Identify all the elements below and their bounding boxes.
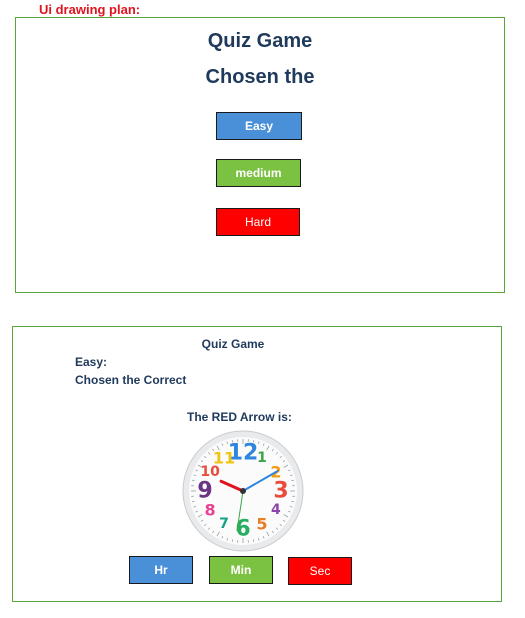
level-select-screen: Quiz Game Chosen the Easy medium Hard: [15, 17, 505, 293]
medium-button[interactable]: medium: [216, 159, 301, 187]
clock-numeral: 4: [271, 502, 281, 518]
clock-tick: [291, 500, 294, 503]
clock-tick: [231, 539, 234, 542]
clock-image: 121234567891011: [182, 430, 304, 552]
easy-button[interactable]: Easy: [216, 112, 302, 140]
question-text: The RED Arrow is:: [187, 410, 292, 424]
page-heading: Ui drawing plan:: [39, 2, 141, 17]
clock-numeral: 7: [219, 516, 229, 532]
hr-button[interactable]: Hr: [129, 556, 193, 584]
clock-tick: [192, 479, 195, 482]
clock-center: [240, 488, 246, 494]
quiz-subtitle: Chosen the: [205, 66, 315, 88]
instruction-text: Chosen the Correct: [75, 373, 187, 387]
clock-tick: [192, 500, 195, 503]
clock-numeral: 3: [273, 479, 288, 504]
clock-numeral: 9: [197, 479, 212, 504]
clock-numeral: 5: [256, 514, 267, 533]
question-screen: Quiz Game Easy: Chosen the Correct The R…: [12, 326, 502, 602]
quiz-title: Quiz Game: [207, 30, 313, 52]
clock-tick: [252, 539, 255, 542]
clock-numeral: 1: [257, 450, 267, 466]
level-label: Easy:: [75, 355, 108, 369]
hard-button[interactable]: Hard: [216, 208, 300, 236]
min-button[interactable]: Min: [209, 556, 273, 584]
clock-numeral: 11: [213, 449, 235, 468]
quiz-title-small: Quiz Game: [201, 337, 265, 351]
sec-button[interactable]: Sec: [288, 557, 352, 585]
clock-tick: [291, 479, 294, 482]
